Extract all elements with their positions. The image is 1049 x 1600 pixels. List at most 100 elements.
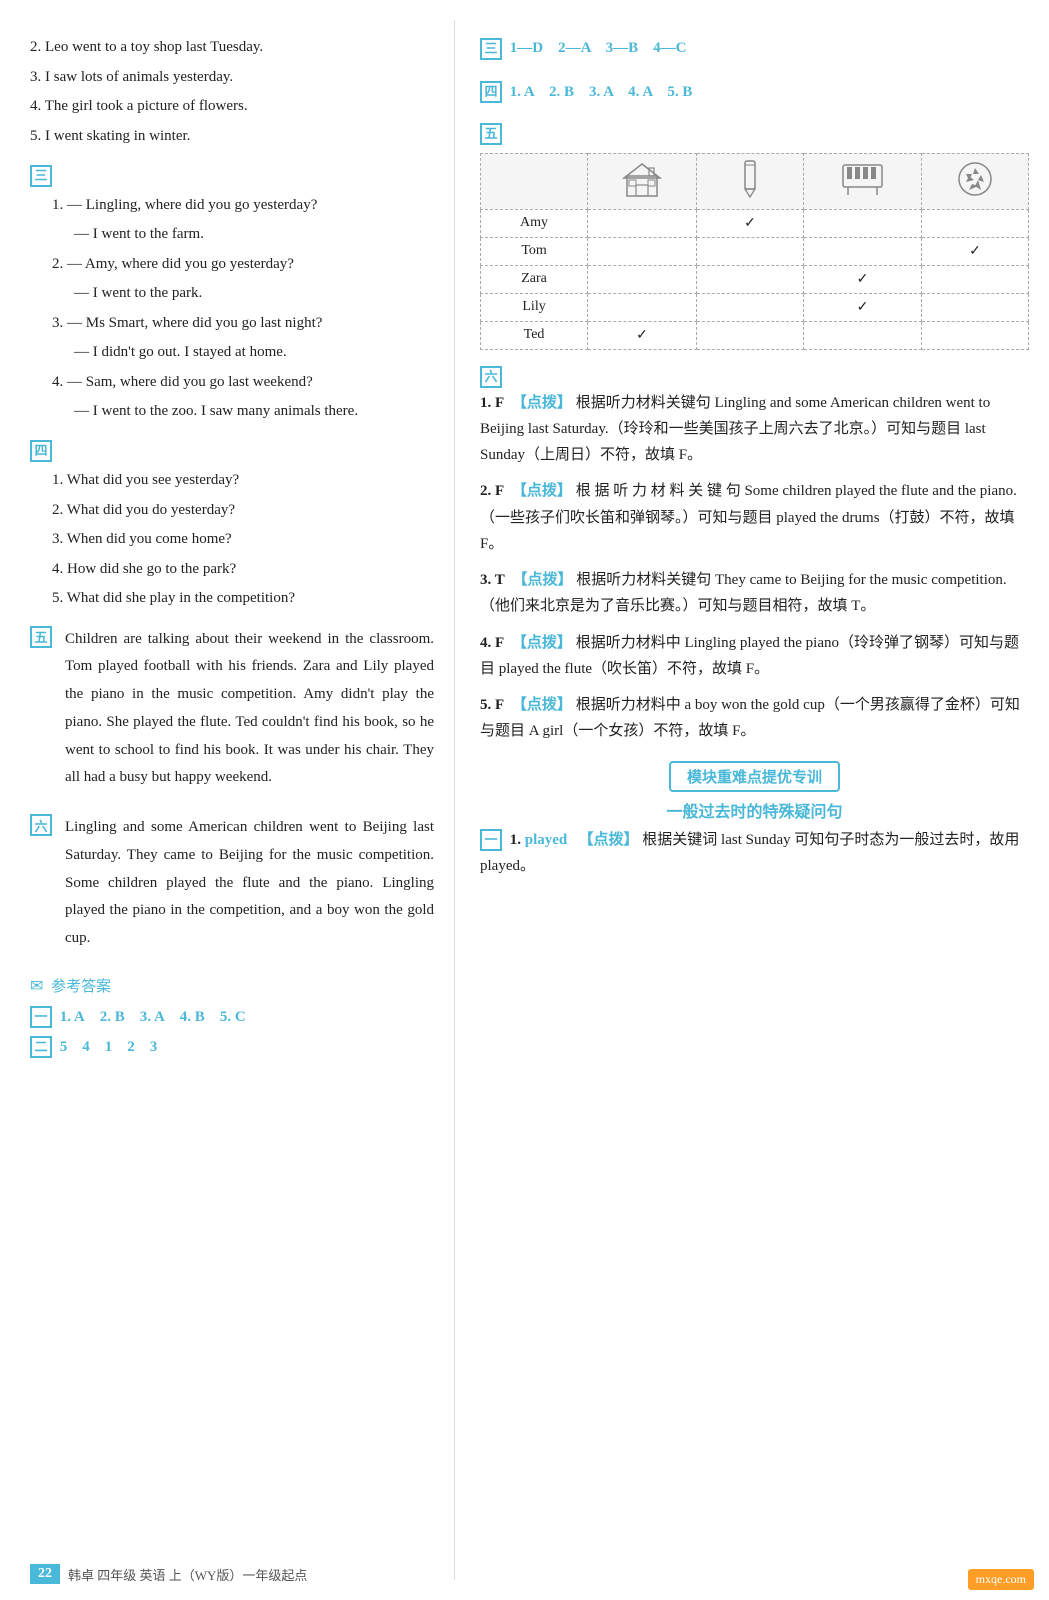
ans-three-label: 三 [480, 38, 502, 60]
list-item: 5. What did she play in the competition? [30, 586, 434, 612]
table-row: Ted ✓ [481, 321, 1029, 349]
numbered-items: 2. Leo went to a toy shop last Tuesday. … [30, 35, 434, 149]
qa-1-q: 1. — Lingling, where did you go yesterda… [30, 193, 434, 219]
ans-one: 一 1. A 2. B 3. A 4. B 5. C [30, 1004, 434, 1032]
row-check: ✓ [921, 237, 1028, 265]
qa-3-a: — I didn't go out. I stayed at home. [30, 340, 434, 366]
table-row: Zara ✓ [481, 265, 1029, 293]
list-item: 3. When did you come home? [30, 527, 434, 553]
row-check: ✓ [588, 321, 697, 349]
ans-six-item-1: 1. F 【点拨】 根据听力材料关键句 Lingling and some Am… [480, 390, 1029, 469]
row-check [588, 237, 697, 265]
ans-six-item-2: 2. F 【点拨】 根 据 听 力 材 料 关 键 句 Some childre… [480, 478, 1029, 557]
qa-4-a: — I went to the zoo. I saw many animals … [30, 399, 434, 425]
module-section: 模块重难点提优专训 一般过去时的特殊疑问句 一 1. played 【点拨】 根… [480, 761, 1029, 880]
ans-one-label: 一 [30, 1006, 52, 1028]
ans-four-label: 四 [480, 81, 502, 103]
ans-four-row: 四 1. A 2. B 3. A 4. A 5. B [480, 79, 1029, 107]
row-name: Amy [481, 209, 588, 237]
module-ans-one: 一 1. played 【点拨】 根据关键词 last Sunday 可知句子时… [480, 827, 1029, 880]
right-column: 三 1—D 2—A 3—B 4—C 四 1. A [455, 20, 1049, 1580]
list-item: 4. How did she go to the park? [30, 557, 434, 583]
ans-two-label: 二 [30, 1036, 52, 1058]
list-item: 1. What did you see yesterday? [30, 468, 434, 494]
row-check [804, 209, 922, 237]
ans-three-items: 1—D 2—A 3—B 4—C [510, 40, 687, 56]
row-check [804, 321, 922, 349]
row-check: ✓ [804, 265, 922, 293]
row-check: ✓ [696, 209, 803, 237]
table-row: Lily ✓ [481, 293, 1029, 321]
section-six: 六 Lingling and some American children we… [30, 814, 434, 961]
row-name: Lily [481, 293, 588, 321]
module-ans-label: 一 [480, 829, 502, 851]
section-three-header: 三 [30, 163, 434, 189]
ans-six-item-4: 4. F 【点拨】 根据听力材料中 Lingling played the pi… [480, 630, 1029, 683]
table-row: Tom ✓ [481, 237, 1029, 265]
page: 2. Leo went to a toy shop last Tuesday. … [0, 0, 1049, 1600]
section-label-three: 三 [30, 165, 52, 187]
section-five-para: Children are talking about their weekend… [65, 626, 434, 793]
ans-six-item-5: 5. F 【点拨】 根据听力材料中 a boy won the gold cup… [480, 692, 1029, 745]
module-title: 一般过去时的特殊疑问句 [480, 798, 1029, 822]
ans-five-label: 五 [480, 123, 502, 145]
qa-2-a: — I went to the park. [30, 281, 434, 307]
left-column: 2. Leo went to a toy shop last Tuesday. … [0, 20, 455, 1580]
list-item: 3. I saw lots of animals yesterday. [30, 65, 434, 91]
ans-two: 二 5 4 1 2 3 [30, 1034, 434, 1062]
module-ans-word: played [525, 832, 568, 848]
right-ans-five: 五 [480, 123, 1029, 350]
row-check [588, 209, 697, 237]
section-four: 四 1. What did you see yesterday? 2. What… [30, 439, 434, 612]
row-check [588, 265, 697, 293]
row-check [696, 237, 803, 265]
row-name: Tom [481, 237, 588, 265]
row-check [588, 293, 697, 321]
section-four-header: 四 [30, 439, 434, 465]
section-label-five: 五 [30, 626, 52, 648]
table-header-ball [921, 153, 1028, 209]
footer: 22 韩卓 四年级 英语 上（WY版）一年级起点 [0, 1558, 455, 1590]
section-five: 五 Children are talking about their weeke… [30, 626, 434, 801]
row-check [921, 209, 1028, 237]
table-header-house [588, 153, 697, 209]
row-check [921, 293, 1028, 321]
row-check [696, 265, 803, 293]
footer-text: 韩卓 四年级 英语 上（WY版）一年级起点 [68, 1565, 307, 1584]
right-ans-three: 三 1—D 2—A 3—B 4—C [480, 35, 1029, 63]
right-ans-six: 六 1. F 【点拨】 根据听力材料关键句 Lingling and some … [480, 366, 1029, 745]
list-item: 2. Leo went to a toy shop last Tuesday. [30, 35, 434, 61]
ref-title: ✉ 参考答案 [30, 975, 434, 996]
qa-4-q: 4. — Sam, where did you go last weekend? [30, 370, 434, 396]
qa-3-q: 3. — Ms Smart, where did you go last nig… [30, 311, 434, 337]
row-name: Zara [481, 265, 588, 293]
row-check [921, 321, 1028, 349]
qa-1-a: — I went to the farm. [30, 222, 434, 248]
watermark: mxqe.com [968, 1569, 1034, 1590]
row-check [804, 237, 922, 265]
section-label-four: 四 [30, 440, 52, 462]
table-header-pen [696, 153, 803, 209]
row-check [921, 265, 1028, 293]
section-six-para: Lingling and some American children went… [65, 814, 434, 953]
ans-five-table: Amy ✓ Tom ✓ Zara [480, 153, 1029, 350]
ans-four-items: 1. A 2. B 3. A 4. A 5. B [510, 84, 693, 100]
table-header-piano [804, 153, 922, 209]
ans-six-item-3: 3. T 【点拨】 根据听力材料关键句 They came to Beijing… [480, 567, 1029, 620]
qa-2-q: 2. — Amy, where did you go yesterday? [30, 252, 434, 278]
section-label-six: 六 [30, 814, 52, 836]
table-row: Amy ✓ [481, 209, 1029, 237]
row-name: Ted [481, 321, 588, 349]
list-item: 5. I went skating in winter. [30, 124, 434, 150]
ans-two-items: 5 4 1 2 3 [60, 1039, 158, 1055]
row-check [696, 293, 803, 321]
footer-page-num: 22 [30, 1564, 60, 1584]
right-ans-four: 四 1. A 2. B 3. A 4. A 5. B [480, 79, 1029, 107]
section-three: 三 1. — Lingling, where did you go yester… [30, 163, 434, 425]
ref-answers: ✉ 参考答案 一 1. A 2. B 3. A 4. B 5. C [30, 975, 434, 1062]
list-item: 4. The girl took a picture of flowers. [30, 94, 434, 120]
ans-six-label: 六 [480, 366, 502, 388]
module-box: 模块重难点提优专训 [669, 761, 840, 792]
list-item: 2. What did you do yesterday? [30, 498, 434, 524]
ans-three-row: 三 1—D 2—A 3—B 4—C [480, 35, 1029, 63]
